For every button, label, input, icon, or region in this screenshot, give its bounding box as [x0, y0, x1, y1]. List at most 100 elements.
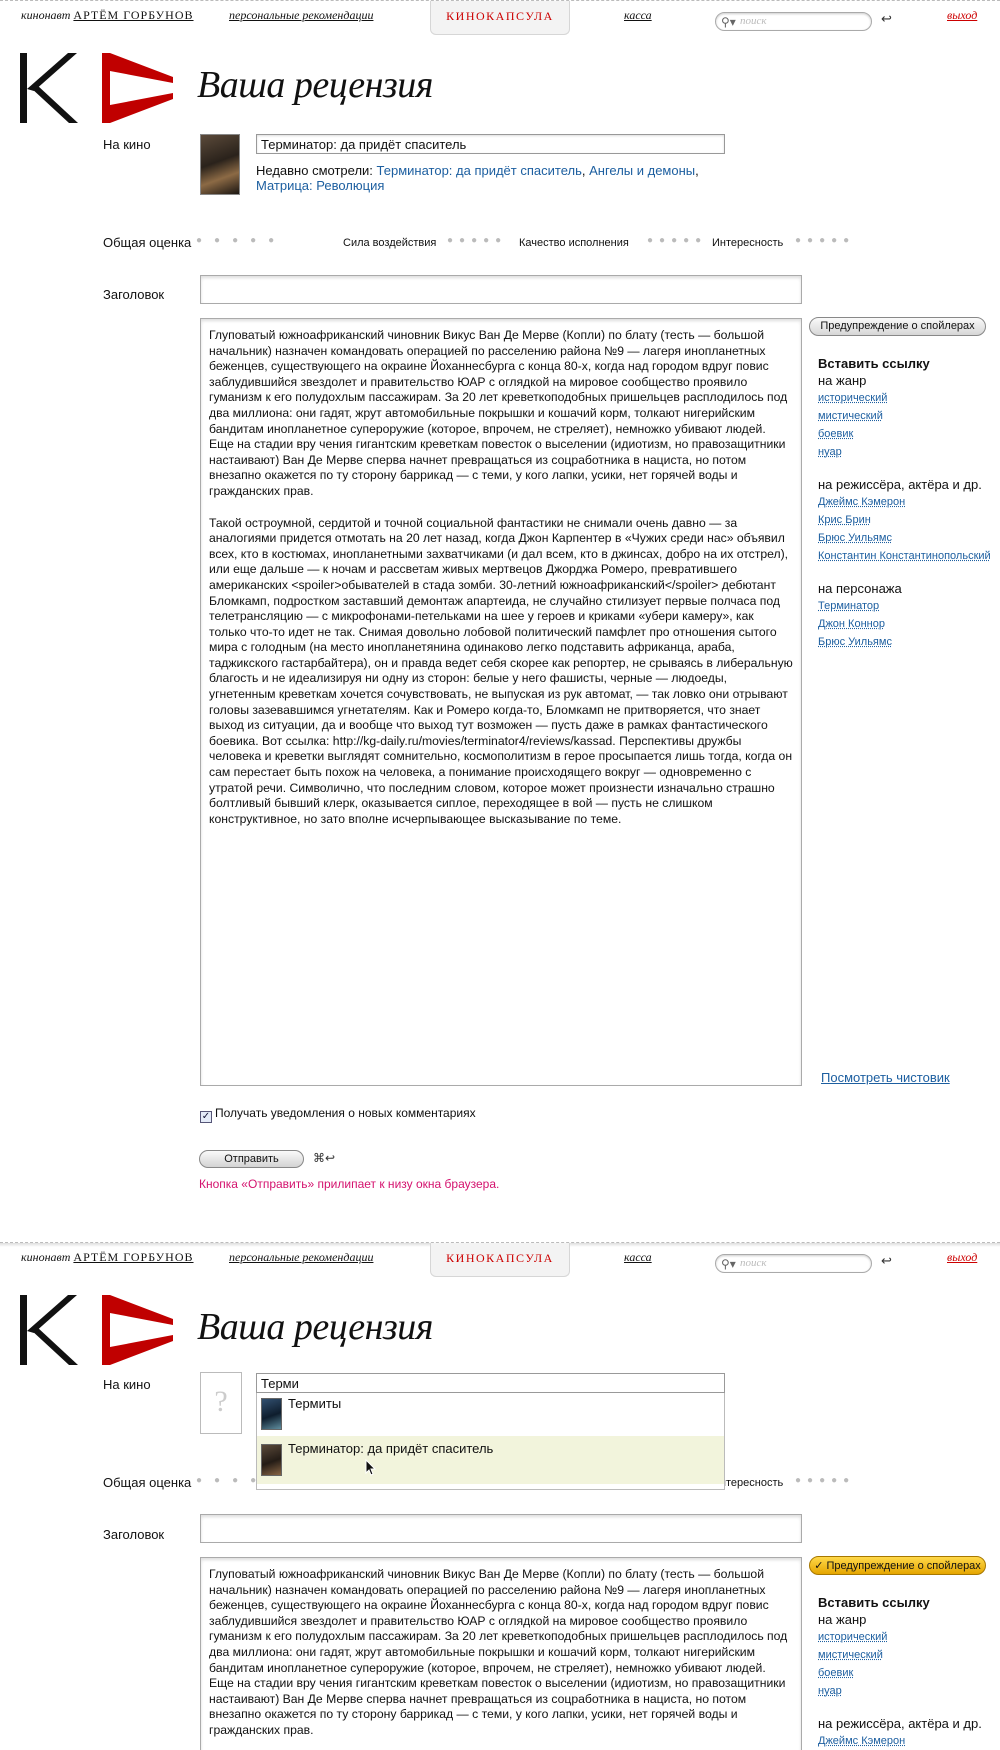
review-paragraph: Глуповатый южноафриканский чиновник Вику…: [209, 328, 788, 498]
logout-link[interactable]: выход: [947, 8, 977, 23]
genre-link[interactable]: боевик: [818, 428, 993, 441]
author-name: АРТЁМ ГОРБУНОВ: [73, 8, 194, 22]
kassa-link[interactable]: касса: [624, 8, 652, 23]
author-link[interactable]: кинонавт АРТЁМ ГОРБУНОВ: [21, 8, 194, 23]
overall-rating-dots[interactable]: ●●●●●: [196, 235, 286, 246]
interest-dots[interactable]: ●●●●●: [795, 1475, 855, 1486]
person-link[interactable]: Джеймс Кэмерон: [818, 496, 993, 509]
autocomplete-item-highlighted[interactable]: Терминатор: да придёт спаситель: [257, 1436, 724, 1484]
top-navigation: кинонавт АРТЁМ ГОРБУНОВ персональные рек…: [0, 1243, 1000, 1277]
genre-label: на жанр: [818, 373, 867, 388]
spoiler-warning-button[interactable]: Предупреждение о спойлерах: [809, 317, 986, 336]
recent-film-link[interactable]: Матрица: Революция: [256, 178, 384, 193]
insert-link-title: Вставить ссылку: [818, 356, 930, 371]
kinokapsula-tab[interactable]: КИНОКАПСУЛА: [430, 1243, 570, 1277]
film-input[interactable]: Терми: [256, 1373, 725, 1393]
top-navigation: кинонавт АРТЁМ ГОРБУНОВ персональные рек…: [0, 1, 1000, 35]
enter-icon[interactable]: ↩: [881, 1253, 892, 1269]
recent-film-link[interactable]: Терминатор: да придёт спаситель: [377, 163, 582, 178]
impact-label: Сила воздействия: [343, 237, 437, 249]
author-name: АРТЁМ ГОРБУНОВ: [73, 1250, 194, 1264]
insert-link-sidebar: Вставить ссылку на жанр исторический мис…: [818, 356, 993, 654]
film-label: На кино: [103, 137, 151, 152]
film-poster: [200, 134, 240, 195]
submit-button[interactable]: Отправить: [199, 1150, 304, 1168]
notify-checkbox-row[interactable]: ✓ Получать уведомления о новых комментари…: [200, 1106, 476, 1123]
autocomplete-item[interactable]: Термиты: [257, 1393, 724, 1436]
overall-rating-label: Общая оценка: [103, 235, 192, 250]
logout-link[interactable]: выход: [947, 1250, 977, 1265]
headline-input[interactable]: [200, 275, 802, 304]
review-paragraph: Такой остроумной, сердитой и точной соци…: [209, 515, 793, 826]
headline-label: Заголовок: [103, 287, 165, 302]
headline-label: Заголовок: [103, 1527, 165, 1542]
search-icon: ⚲▾: [721, 15, 736, 29]
review-paragraph: Глуповатый южноафриканский чиновник Вику…: [209, 1567, 788, 1737]
recommendations-link[interactable]: персональные рекомендации: [229, 8, 373, 23]
film-thumbnail: [261, 1444, 282, 1476]
recent-film-link[interactable]: Ангелы и демоны: [589, 163, 695, 178]
person-link[interactable]: Константин Константинопольский: [818, 550, 993, 563]
genre-link[interactable]: исторический: [818, 1631, 993, 1644]
screen-review-form: кинонавт АРТЁМ ГОРБУНОВ персональные рек…: [0, 0, 1000, 1242]
headline-input[interactable]: [200, 1514, 802, 1543]
preview-link[interactable]: Посмотреть чистовик: [821, 1070, 950, 1085]
character-label: на персонажа: [818, 581, 902, 596]
quality-label: Качество исполнения: [519, 237, 629, 249]
kassa-link[interactable]: касса: [624, 1250, 652, 1265]
genre-link[interactable]: мистический: [818, 1649, 993, 1662]
kinokapsula-tab[interactable]: КИНОКАПСУЛА: [430, 1, 570, 35]
quality-dots[interactable]: ●●●●●: [647, 235, 707, 246]
film-label: На кино: [103, 1377, 151, 1392]
no-poster-placeholder: ?: [200, 1372, 242, 1434]
person-link[interactable]: Крис Брин: [818, 514, 993, 527]
notify-label: Получать уведомления о новых комментария…: [215, 1106, 476, 1120]
person-link[interactable]: Брюс Уильямс: [818, 532, 993, 545]
author-prefix: кинонавт: [21, 8, 71, 22]
autocomplete-item-title: Терминатор: да придёт спаситель: [288, 1441, 494, 1456]
people-label: на режиссёра, актёра и др.: [818, 477, 982, 492]
recommendations-link[interactable]: персональные рекомендации: [229, 1250, 373, 1265]
enter-icon[interactable]: ↩: [881, 11, 892, 27]
film-input[interactable]: Терминатор: да придёт спаситель: [256, 134, 725, 154]
genre-label: на жанр: [818, 1612, 867, 1627]
search-placeholder: поиск: [740, 15, 767, 27]
mouse-cursor-icon: [365, 1459, 377, 1476]
notify-checkbox[interactable]: ✓: [200, 1111, 212, 1123]
search-icon: ⚲▾: [721, 1257, 736, 1271]
submit-shortcut: ⌘↩: [313, 1151, 336, 1165]
overall-rating-label: Общая оценка: [103, 1475, 192, 1490]
kinokapsula-logo: [20, 53, 173, 123]
genre-link[interactable]: мистический: [818, 410, 993, 423]
genre-link[interactable]: боевик: [818, 1667, 993, 1680]
genre-link[interactable]: исторический: [818, 392, 993, 405]
recent-films: Недавно смотрели: Терминатор: да придёт …: [256, 163, 699, 193]
insert-link-sidebar: Вставить ссылку на жанр исторический мис…: [818, 1595, 993, 1750]
person-link[interactable]: Джеймс Кэмерон: [818, 1735, 993, 1748]
autocomplete-dropdown: Термиты Терминатор: да придёт спаситель: [256, 1393, 725, 1490]
interest-label: Интересность: [712, 237, 784, 249]
interest-dots[interactable]: ●●●●●: [795, 235, 855, 246]
page-title: Ваша рецензия: [197, 1306, 433, 1348]
autocomplete-item-title: Термиты: [288, 1396, 342, 1411]
impact-dots[interactable]: ●●●●●: [447, 235, 507, 246]
search-placeholder: поиск: [740, 1257, 767, 1269]
review-textarea[interactable]: Глуповатый южноафриканский чиновник Вику…: [200, 1557, 802, 1750]
film-thumbnail: [261, 1398, 282, 1430]
search-input[interactable]: ⚲▾ поиск: [715, 12, 872, 31]
character-link[interactable]: Джон Коннор: [818, 618, 993, 631]
sticky-button-hint: Кнопка «Отправить» прилипает к низу окна…: [199, 1177, 500, 1191]
people-label: на режиссёра, актёра и др.: [818, 1716, 982, 1731]
genre-link[interactable]: нуар: [818, 1685, 993, 1698]
review-textarea[interactable]: Глуповатый южноафриканский чиновник Вику…: [200, 318, 802, 1086]
spoiler-warning-button-active[interactable]: ✓ Предупреждение о спойлерах: [809, 1556, 986, 1575]
author-link[interactable]: кинонавт АРТЁМ ГОРБУНОВ: [21, 1250, 194, 1265]
search-input[interactable]: ⚲▾ поиск: [715, 1254, 872, 1273]
character-link[interactable]: Брюс Уильямс: [818, 636, 993, 649]
character-link[interactable]: Терминатор: [818, 600, 993, 613]
page-title: Ваша рецензия: [197, 64, 433, 106]
author-prefix: кинонавт: [21, 1250, 71, 1264]
insert-link-title: Вставить ссылку: [818, 1595, 930, 1610]
recent-label: Недавно смотрели:: [256, 163, 373, 178]
genre-link[interactable]: нуар: [818, 446, 993, 459]
